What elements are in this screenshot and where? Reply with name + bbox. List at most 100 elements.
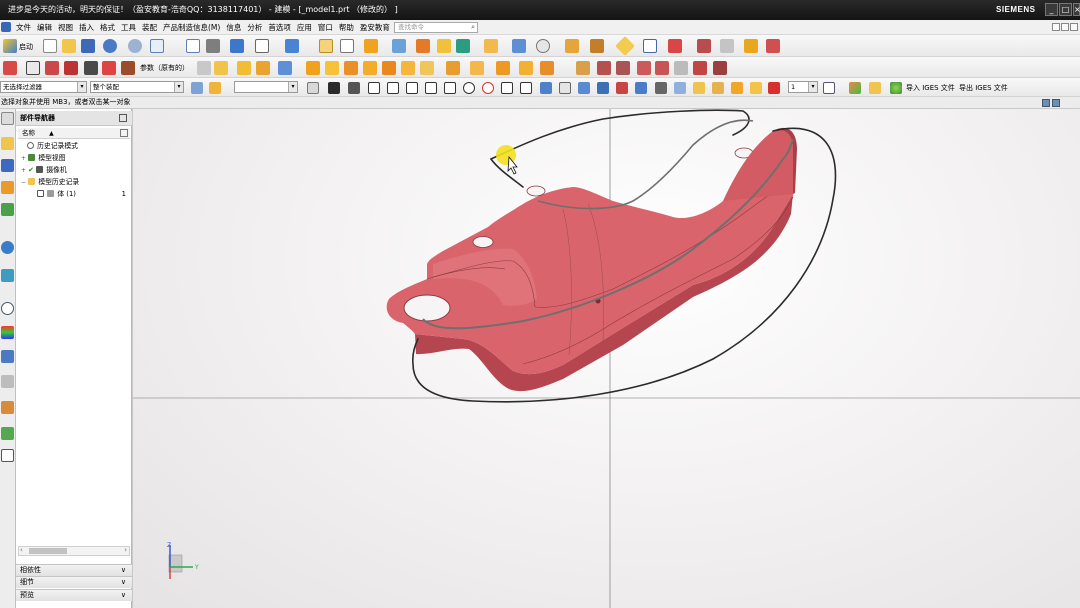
start-button[interactable]: 启动 xyxy=(19,42,33,52)
color-icon[interactable] xyxy=(849,82,861,94)
surface-5-icon[interactable] xyxy=(382,61,396,75)
hole-1[interactable] xyxy=(526,185,546,197)
intersect-curve-icon[interactable] xyxy=(237,61,251,75)
mesh-icon[interactable] xyxy=(84,61,98,75)
collapse-icon[interactable]: − xyxy=(21,177,26,188)
reuse-library-icon[interactable] xyxy=(1,203,14,216)
surface-4-icon[interactable] xyxy=(363,61,377,75)
existing-point-icon[interactable] xyxy=(444,82,456,94)
chamfer-icon[interactable] xyxy=(590,39,604,53)
control-point-icon[interactable] xyxy=(368,82,380,94)
shaded-view-icon[interactable] xyxy=(206,39,220,53)
web-browser-icon[interactable] xyxy=(1,241,14,254)
params-legacy-label[interactable]: 参数（原有的） xyxy=(140,63,189,73)
tree-item-body[interactable]: 体 (1) 1 xyxy=(18,189,130,200)
start-icon[interactable] xyxy=(3,39,17,53)
point-icon[interactable] xyxy=(615,36,635,56)
command-finder-input[interactable]: 查找命令 ⌕ xyxy=(394,22,478,33)
menu-yingan[interactable]: 盈安教育 xyxy=(357,22,393,33)
offset-curve-icon[interactable] xyxy=(45,61,59,75)
panel-icon[interactable] xyxy=(1042,99,1050,107)
surface-2-icon[interactable] xyxy=(325,61,339,75)
circle-point-icon[interactable] xyxy=(463,82,475,94)
mdi-restore-icon[interactable] xyxy=(1061,23,1069,31)
grid-icon[interactable] xyxy=(559,82,571,94)
fit-view-icon[interactable] xyxy=(186,39,200,53)
menu-format[interactable]: 格式 xyxy=(97,22,118,33)
menu-info[interactable]: 信息 xyxy=(223,22,244,33)
mdi-minimize-icon[interactable] xyxy=(1052,23,1060,31)
move-wcs-icon[interactable] xyxy=(635,82,647,94)
select-all-icon[interactable] xyxy=(209,82,221,94)
join-curve-icon[interactable] xyxy=(693,61,707,75)
revolve-icon[interactable] xyxy=(437,39,451,53)
view-plane-icon[interactable] xyxy=(597,82,609,94)
part-body[interactable] xyxy=(386,127,797,392)
work-layer-icon[interactable] xyxy=(768,82,780,94)
minimize-button[interactable]: _ xyxy=(1045,3,1058,16)
hole-2[interactable] xyxy=(472,236,494,248)
point-on-curve-icon[interactable] xyxy=(501,82,513,94)
sculpt-icon[interactable] xyxy=(766,39,780,53)
background-icon[interactable] xyxy=(255,39,269,53)
nx-app-icon[interactable] xyxy=(1,22,11,32)
view-cube-icon[interactable] xyxy=(230,39,244,53)
assembly-navigator-icon[interactable] xyxy=(1,137,14,150)
law-curve-icon[interactable] xyxy=(197,61,211,75)
checkmark-icon[interactable]: ✔ xyxy=(28,166,34,174)
scrollbar-thumb[interactable] xyxy=(29,548,67,554)
window-icon[interactable] xyxy=(150,39,164,53)
menu-application[interactable]: 应用 xyxy=(294,22,315,33)
export-iges-button[interactable]: 导出 IGES 文件 xyxy=(959,83,1008,93)
manufacturing-wizard-icon[interactable] xyxy=(1,375,14,388)
menu-view[interactable]: 视图 xyxy=(55,22,76,33)
edge-blend-icon[interactable] xyxy=(565,39,579,53)
end-point-icon[interactable] xyxy=(328,82,340,94)
arc-icon[interactable] xyxy=(697,39,711,53)
feature-icon[interactable] xyxy=(364,39,378,53)
expand-icon[interactable]: + xyxy=(21,153,26,164)
tree-item-model-views[interactable]: + 模型视图 xyxy=(18,153,130,164)
project-curve-icon[interactable] xyxy=(102,61,116,75)
center-point-icon[interactable] xyxy=(482,82,494,94)
move-object-icon[interactable] xyxy=(869,82,881,94)
maximize-panel-icon[interactable] xyxy=(119,114,127,122)
bounded-grid-icon[interactable] xyxy=(540,82,552,94)
arc-center-icon[interactable] xyxy=(406,82,418,94)
copy-layer-icon[interactable] xyxy=(750,82,762,94)
selection-scope-dropdown[interactable]: 整个装配 ▾ xyxy=(90,81,184,93)
save-icon[interactable] xyxy=(81,39,95,53)
scroll-right-icon[interactable]: › xyxy=(124,546,127,554)
tree-item-model-history[interactable]: − 模型历史记录 xyxy=(18,177,130,188)
details-section[interactable]: 细节 ∨ xyxy=(16,576,132,588)
snap-dropdown[interactable]: ▾ xyxy=(234,81,298,93)
hole-icon[interactable] xyxy=(484,39,498,53)
surface-12-icon[interactable] xyxy=(540,61,554,75)
extend-icon[interactable] xyxy=(597,61,611,75)
menu-assembly[interactable]: 装配 xyxy=(139,22,160,33)
dependencies-section[interactable]: 相依性 ∨ xyxy=(16,564,132,576)
sort-ascending-icon[interactable]: ▲ xyxy=(49,130,54,137)
chevron-down-icon[interactable]: ▾ xyxy=(77,82,86,92)
chevron-down-icon[interactable]: ∨ xyxy=(121,577,126,588)
sheet-metal-icon[interactable] xyxy=(744,39,758,53)
work-plane-icon[interactable] xyxy=(578,82,590,94)
layer-settings-icon[interactable] xyxy=(319,39,333,53)
process-studio-icon[interactable] xyxy=(1,350,14,363)
menu-edit[interactable]: 编辑 xyxy=(34,22,55,33)
menu-help[interactable]: 帮助 xyxy=(336,22,357,33)
large-hole[interactable] xyxy=(403,294,451,322)
quadrant-icon[interactable] xyxy=(425,82,437,94)
surface-10-icon[interactable] xyxy=(496,61,510,75)
tree-item-cameras[interactable]: + ✔ 摄像机 xyxy=(18,165,130,176)
system-materials-icon[interactable] xyxy=(1,326,14,339)
helix-icon[interactable] xyxy=(121,61,135,75)
sketch-icon[interactable] xyxy=(392,39,406,53)
constraint-navigator-icon[interactable] xyxy=(1,159,14,172)
chevron-down-icon[interactable]: ∨ xyxy=(121,590,126,601)
close-button[interactable]: × xyxy=(1073,3,1080,16)
chevron-down-icon[interactable]: ∨ xyxy=(121,565,126,576)
scroll-left-icon[interactable]: ‹ xyxy=(20,546,23,554)
open-folder-icon[interactable] xyxy=(62,39,76,53)
menu-file[interactable]: 文件 xyxy=(13,22,34,33)
